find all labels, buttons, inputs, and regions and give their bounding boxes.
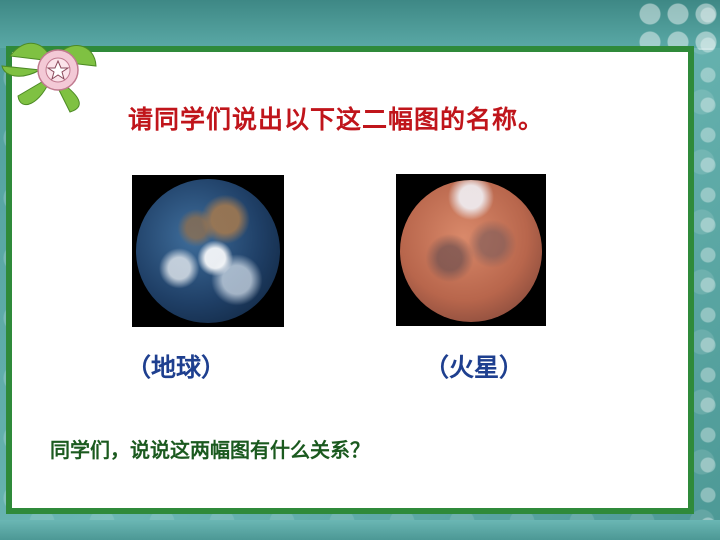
- mars-image: [396, 174, 546, 326]
- earth-label: （地球）: [126, 353, 227, 382]
- side-pattern: [696, 0, 720, 540]
- mars-label: （火星）: [424, 353, 525, 382]
- top-band: [0, 0, 720, 48]
- slide-title: 请同学们说出以下这二幅图的名称。: [128, 105, 545, 134]
- earth-image: [132, 175, 284, 327]
- earth-globe: [136, 179, 280, 323]
- question-text: 同学们，说说这两幅图有什么关系？: [50, 438, 370, 462]
- mars-globe: [400, 180, 542, 322]
- flower-icon: [0, 36, 104, 114]
- bottom-band: [0, 520, 720, 540]
